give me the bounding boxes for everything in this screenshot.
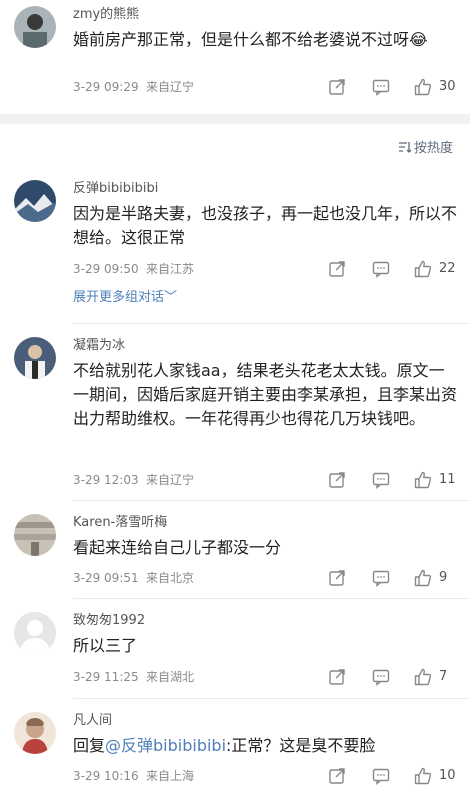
timestamp: 3-29 11:25 bbox=[73, 670, 139, 684]
chevron-down-icon: ﹀ bbox=[164, 290, 178, 305]
like-count: 7 bbox=[439, 669, 448, 684]
location: 来自上海 bbox=[146, 769, 195, 783]
divider bbox=[73, 323, 470, 324]
comment-item: 致匆匆1992 所以三了 3-29 11:25 来自湖北 7 bbox=[0, 612, 470, 692]
comment-icon[interactable] bbox=[371, 667, 391, 687]
share-icon[interactable] bbox=[327, 667, 347, 687]
like-icon[interactable] bbox=[413, 470, 433, 490]
comment-icon[interactable] bbox=[371, 259, 391, 279]
like-icon[interactable] bbox=[413, 766, 433, 786]
divider bbox=[73, 500, 470, 501]
section-divider bbox=[0, 114, 470, 124]
timestamp: 3-29 09:50 bbox=[73, 262, 139, 276]
timestamp: 3-29 10:16 bbox=[73, 769, 139, 783]
comment-text: 因为是半路夫妻，也没孩子，再一起也没几年，所以不想给。这很正常 bbox=[73, 204, 458, 247]
comment-item: zmy的熊熊 婚前房产那正常，但是什么都不给老婆说不过呀😂 3-29 09:29… bbox=[0, 6, 470, 106]
sort-icon bbox=[398, 142, 412, 153]
username[interactable]: 凡人间 bbox=[73, 712, 112, 730]
comment-icon[interactable] bbox=[371, 568, 391, 588]
comment-item: 凡人间 回复@反弹bibibibibi:正常？这是臭不要脸 3-29 10:16… bbox=[0, 712, 470, 798]
mention-link[interactable]: @反弹bibibibibi bbox=[105, 736, 226, 755]
username[interactable]: 反弹bibibibibi bbox=[73, 180, 158, 198]
comment-icon[interactable] bbox=[371, 766, 391, 786]
location: 来自辽宁 bbox=[146, 80, 195, 94]
like-count: 9 bbox=[439, 570, 448, 585]
like-icon[interactable] bbox=[413, 77, 433, 97]
location: 来自辽宁 bbox=[146, 473, 195, 487]
comment-icon[interactable] bbox=[371, 470, 391, 490]
share-icon[interactable] bbox=[327, 77, 347, 97]
divider bbox=[73, 698, 470, 699]
location: 来自江苏 bbox=[146, 262, 195, 276]
comment-text: 看起来连给自己儿子都没一分 bbox=[73, 538, 282, 557]
comment-item: Karen-落雪听梅 看起来连给自己儿子都没一分 3-29 09:51 来自北京… bbox=[0, 514, 470, 594]
username[interactable]: 凝霜为冰 bbox=[73, 337, 125, 355]
comment-icon[interactable] bbox=[371, 77, 391, 97]
avatar[interactable] bbox=[14, 712, 56, 754]
like-icon[interactable] bbox=[413, 568, 433, 588]
like-count: 30 bbox=[439, 79, 456, 94]
comment-meta: 3-29 09:50 来自江苏 22 bbox=[73, 258, 458, 280]
comment-item: 凝霜为冰 不给就别花人家钱aa，结果老头花老太太钱。原文一一期间，因婚后家庭开销… bbox=[0, 337, 470, 497]
laugh-emoji: 😂 bbox=[409, 30, 428, 49]
comment-meta: 3-29 09:51 来自北京 9 bbox=[73, 567, 458, 589]
timestamp: 3-29 12:03 bbox=[73, 473, 139, 487]
comment-meta: 3-29 10:16 来自上海 10 bbox=[73, 765, 458, 787]
sort-label: 按热度 bbox=[413, 141, 453, 156]
expand-label: 展开更多组对话 bbox=[73, 290, 165, 305]
avatar[interactable] bbox=[14, 6, 56, 48]
comment-meta: 3-29 12:03 来自辽宁 11 bbox=[73, 469, 458, 491]
like-count: 10 bbox=[439, 768, 456, 783]
comment-text: 回复@反弹bibibibibi:正常？这是臭不要脸 bbox=[73, 736, 376, 755]
comment-text: 婚前房产那正常，但是什么都不给老婆说不过呀😂 bbox=[73, 30, 428, 49]
like-icon[interactable] bbox=[413, 259, 433, 279]
comment-item: 反弹bibibibibi 因为是半路夫妻，也没孩子，再一起也没几年，所以不想给。… bbox=[0, 180, 470, 320]
divider bbox=[73, 598, 470, 599]
like-count: 22 bbox=[439, 261, 456, 276]
share-icon[interactable] bbox=[327, 259, 347, 279]
share-icon[interactable] bbox=[327, 766, 347, 786]
username[interactable]: 致匆匆1992 bbox=[73, 612, 145, 630]
comment-meta: 3-29 11:25 来自湖北 7 bbox=[73, 666, 458, 688]
like-icon[interactable] bbox=[413, 667, 433, 687]
avatar[interactable] bbox=[14, 180, 56, 222]
avatar[interactable] bbox=[14, 612, 56, 654]
expand-more-replies-link[interactable]: 展开更多组对话﹀ bbox=[73, 288, 177, 308]
comment-text: 不给就别花人家钱aa，结果老头花老太太钱。原文一一期间，因婚后家庭开销主要由李某… bbox=[73, 361, 458, 428]
like-count: 11 bbox=[439, 472, 456, 487]
location: 来自北京 bbox=[146, 571, 195, 585]
share-icon[interactable] bbox=[327, 568, 347, 588]
location: 来自湖北 bbox=[146, 670, 195, 684]
avatar[interactable] bbox=[14, 514, 56, 556]
avatar[interactable] bbox=[14, 337, 56, 379]
comment-meta: 3-29 09:29 来自辽宁 30 bbox=[73, 76, 458, 98]
username[interactable]: Karen-落雪听梅 bbox=[73, 514, 167, 532]
timestamp: 3-29 09:51 bbox=[73, 571, 139, 585]
sort-by-hot-button[interactable]: 按热度 bbox=[398, 137, 453, 156]
timestamp: 3-29 09:29 bbox=[73, 80, 139, 94]
comment-text: 所以三了 bbox=[73, 636, 138, 655]
share-icon[interactable] bbox=[327, 470, 347, 490]
username[interactable]: zmy的熊熊 bbox=[73, 6, 139, 24]
